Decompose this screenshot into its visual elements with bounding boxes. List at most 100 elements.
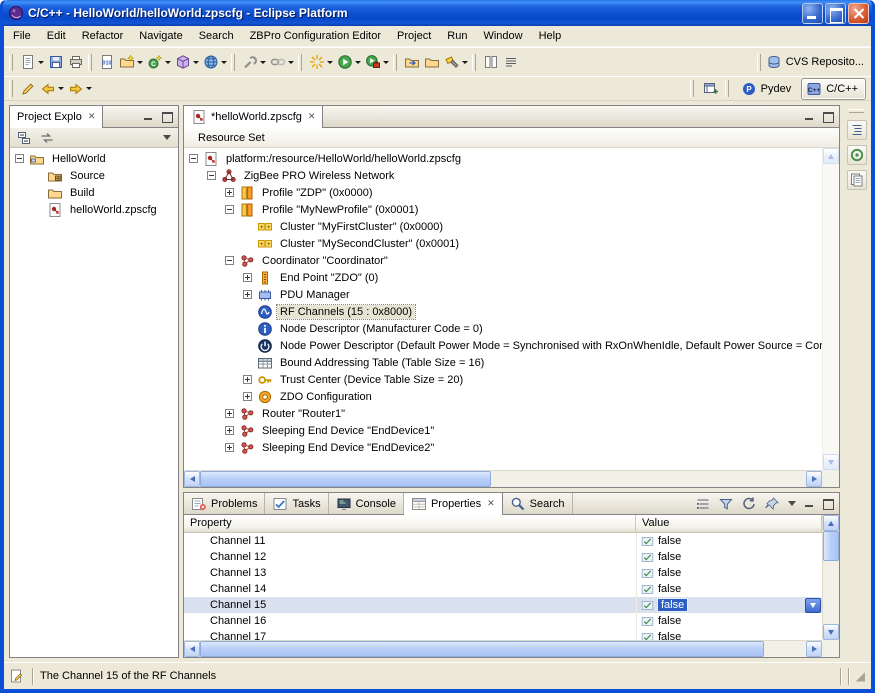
maximize-editor-icon[interactable] [820, 110, 835, 123]
open-element-dropdown-icon[interactable] [193, 61, 199, 64]
new-class-dropdown-icon[interactable] [165, 61, 171, 64]
link-with-editor-button[interactable] [37, 128, 57, 148]
show-categories-button[interactable] [693, 494, 713, 514]
menu-help[interactable]: Help [531, 27, 570, 46]
fast-view-handle[interactable] [849, 109, 864, 113]
scroll-thumb[interactable] [200, 641, 764, 657]
tab-problems[interactable]: Problems [184, 493, 265, 514]
collapse-icon[interactable] [225, 256, 234, 265]
tree-item-bound-addressing-table-table-size-16[interactable]: Bound Addressing Table (Table Size = 16) [184, 354, 822, 371]
pin-view-button[interactable] [762, 494, 782, 514]
run-dropdown-icon[interactable] [355, 61, 361, 64]
close-tab-icon[interactable]: ✕ [485, 498, 495, 509]
scroll-track[interactable] [823, 164, 839, 454]
property-value-cell[interactable]: false [636, 597, 822, 613]
value-dropdown-button[interactable] [805, 598, 821, 613]
property-row-channel-12[interactable]: Channel 12false [184, 549, 822, 565]
scroll-right-button[interactable] [806, 641, 822, 657]
tree-item-source[interactable]: Source [10, 167, 178, 184]
minimize-button[interactable] [802, 3, 823, 24]
tab-tasks[interactable]: Tasks [265, 493, 328, 514]
menu-refactor[interactable]: Refactor [74, 27, 132, 46]
tree-item-node-descriptor-manufacturer-code-0[interactable]: Node Descriptor (Manufacturer Code = 0) [184, 320, 822, 337]
tree-item-build[interactable]: Build [10, 184, 178, 201]
property-value-cell[interactable]: false [636, 549, 822, 565]
show-list-button[interactable] [501, 52, 521, 72]
expand-icon[interactable] [225, 188, 234, 197]
tree-item-router-router1[interactable]: Router "Router1" [184, 405, 822, 422]
property-row-channel-14[interactable]: Channel 14false [184, 581, 822, 597]
property-row-channel-17[interactable]: Channel 17false [184, 629, 822, 640]
new-project-dropdown-icon[interactable] [137, 61, 143, 64]
new-button[interactable] [18, 52, 46, 72]
toggle-columns-button[interactable] [481, 52, 501, 72]
menu-edit[interactable]: Edit [39, 27, 74, 46]
properties-horizontal-scrollbar[interactable] [184, 640, 822, 657]
tab-helloworld-zpscfg[interactable]: *helloWorld.zpscfg ✕ [184, 106, 323, 127]
scroll-thumb[interactable] [823, 531, 839, 561]
documents-view-button[interactable] [847, 170, 867, 190]
minimize-editor-icon[interactable] [802, 110, 817, 123]
editor-vertical-scrollbar[interactable] [822, 148, 839, 470]
expand-icon[interactable] [243, 392, 252, 401]
scroll-up-button[interactable] [823, 515, 839, 531]
property-row-channel-16[interactable]: Channel 16false [184, 613, 822, 629]
view-menu-icon[interactable] [788, 501, 796, 506]
expand-icon[interactable] [225, 409, 234, 418]
menu-search[interactable]: Search [191, 27, 242, 46]
tree-item-sleeping-end-device-enddevice1[interactable]: Sleeping End Device "EndDevice1" [184, 422, 822, 439]
expand-icon[interactable] [243, 273, 252, 282]
debug-dropdown-icon[interactable] [327, 61, 333, 64]
perspective-pydev[interactable]: PPydev [736, 78, 800, 100]
view-menu-icon[interactable] [163, 135, 171, 140]
toolbar-grip[interactable] [472, 54, 476, 71]
resize-grip-icon[interactable]: ◢ [856, 671, 866, 681]
last-edit-location-button[interactable] [18, 79, 38, 99]
tab-search[interactable]: Search [503, 493, 573, 514]
save-button[interactable] [46, 52, 66, 72]
expand-icon[interactable] [243, 290, 252, 299]
property-row-channel-11[interactable]: Channel 11false [184, 533, 822, 549]
build-all-button[interactable]: 010 [97, 52, 117, 72]
editor-horizontal-scrollbar[interactable] [184, 470, 822, 487]
tree-item-profile-zdp-0x0000[interactable]: Profile "ZDP" (0x0000) [184, 184, 822, 201]
minimize-view-icon[interactable] [802, 497, 817, 510]
perspective-grip[interactable] [690, 80, 694, 97]
scroll-left-button[interactable] [184, 641, 200, 657]
toolbar-grip[interactable] [231, 54, 235, 71]
toolbar-grip[interactable] [757, 54, 761, 71]
open-element-button[interactable] [173, 52, 201, 72]
close-tab-icon[interactable]: ✕ [86, 111, 96, 122]
open-web-browser-dropdown-icon[interactable] [221, 61, 227, 64]
restore-default-button[interactable] [739, 494, 759, 514]
menu-file[interactable]: File [5, 27, 39, 46]
toolbar-grip[interactable] [393, 54, 397, 71]
property-value-cell[interactable]: false [636, 581, 822, 597]
tree-item-cluster-mysecondcluster-0x0001[interactable]: Cluster "MySecondCluster" (0x0001) [184, 235, 822, 252]
scroll-track[interactable] [823, 531, 839, 624]
tree-item-helloworld-zpscfg[interactable]: helloWorld.zpscfg [10, 201, 178, 218]
filter-properties-button[interactable] [716, 494, 736, 514]
back-dropdown-icon[interactable] [58, 87, 64, 90]
tree-item-helloworld[interactable]: HelloWorld [10, 150, 178, 167]
open-project-button[interactable] [422, 52, 442, 72]
close-editor-icon[interactable]: ✕ [306, 111, 316, 122]
tree-item-trust-center-device-table-size-20[interactable]: Trust Center (Device Table Size = 20) [184, 371, 822, 388]
scroll-up-button[interactable] [823, 148, 839, 164]
close-button[interactable] [848, 3, 869, 24]
open-resource-button[interactable] [402, 52, 422, 72]
maximize-view-icon[interactable] [820, 497, 835, 510]
build-tools-dropdown-icon[interactable] [260, 61, 266, 64]
collapse-icon[interactable] [225, 205, 234, 214]
menu-zbpro-configuration-editor[interactable]: ZBPro Configuration Editor [242, 27, 389, 46]
link-tools-button[interactable] [268, 52, 296, 72]
collapse-icon[interactable] [207, 171, 216, 180]
external-tools-button[interactable] [363, 52, 391, 72]
make-targets-button[interactable] [847, 145, 867, 165]
expand-icon[interactable] [243, 375, 252, 384]
expand-icon[interactable] [225, 426, 234, 435]
tree-item-zdo-configuration[interactable]: ZDO Configuration [184, 388, 822, 405]
perspective-c-c[interactable]: C++C/C++ [801, 78, 866, 100]
column-header-value[interactable]: Value [636, 515, 822, 533]
property-value-cell[interactable]: false [636, 565, 822, 581]
